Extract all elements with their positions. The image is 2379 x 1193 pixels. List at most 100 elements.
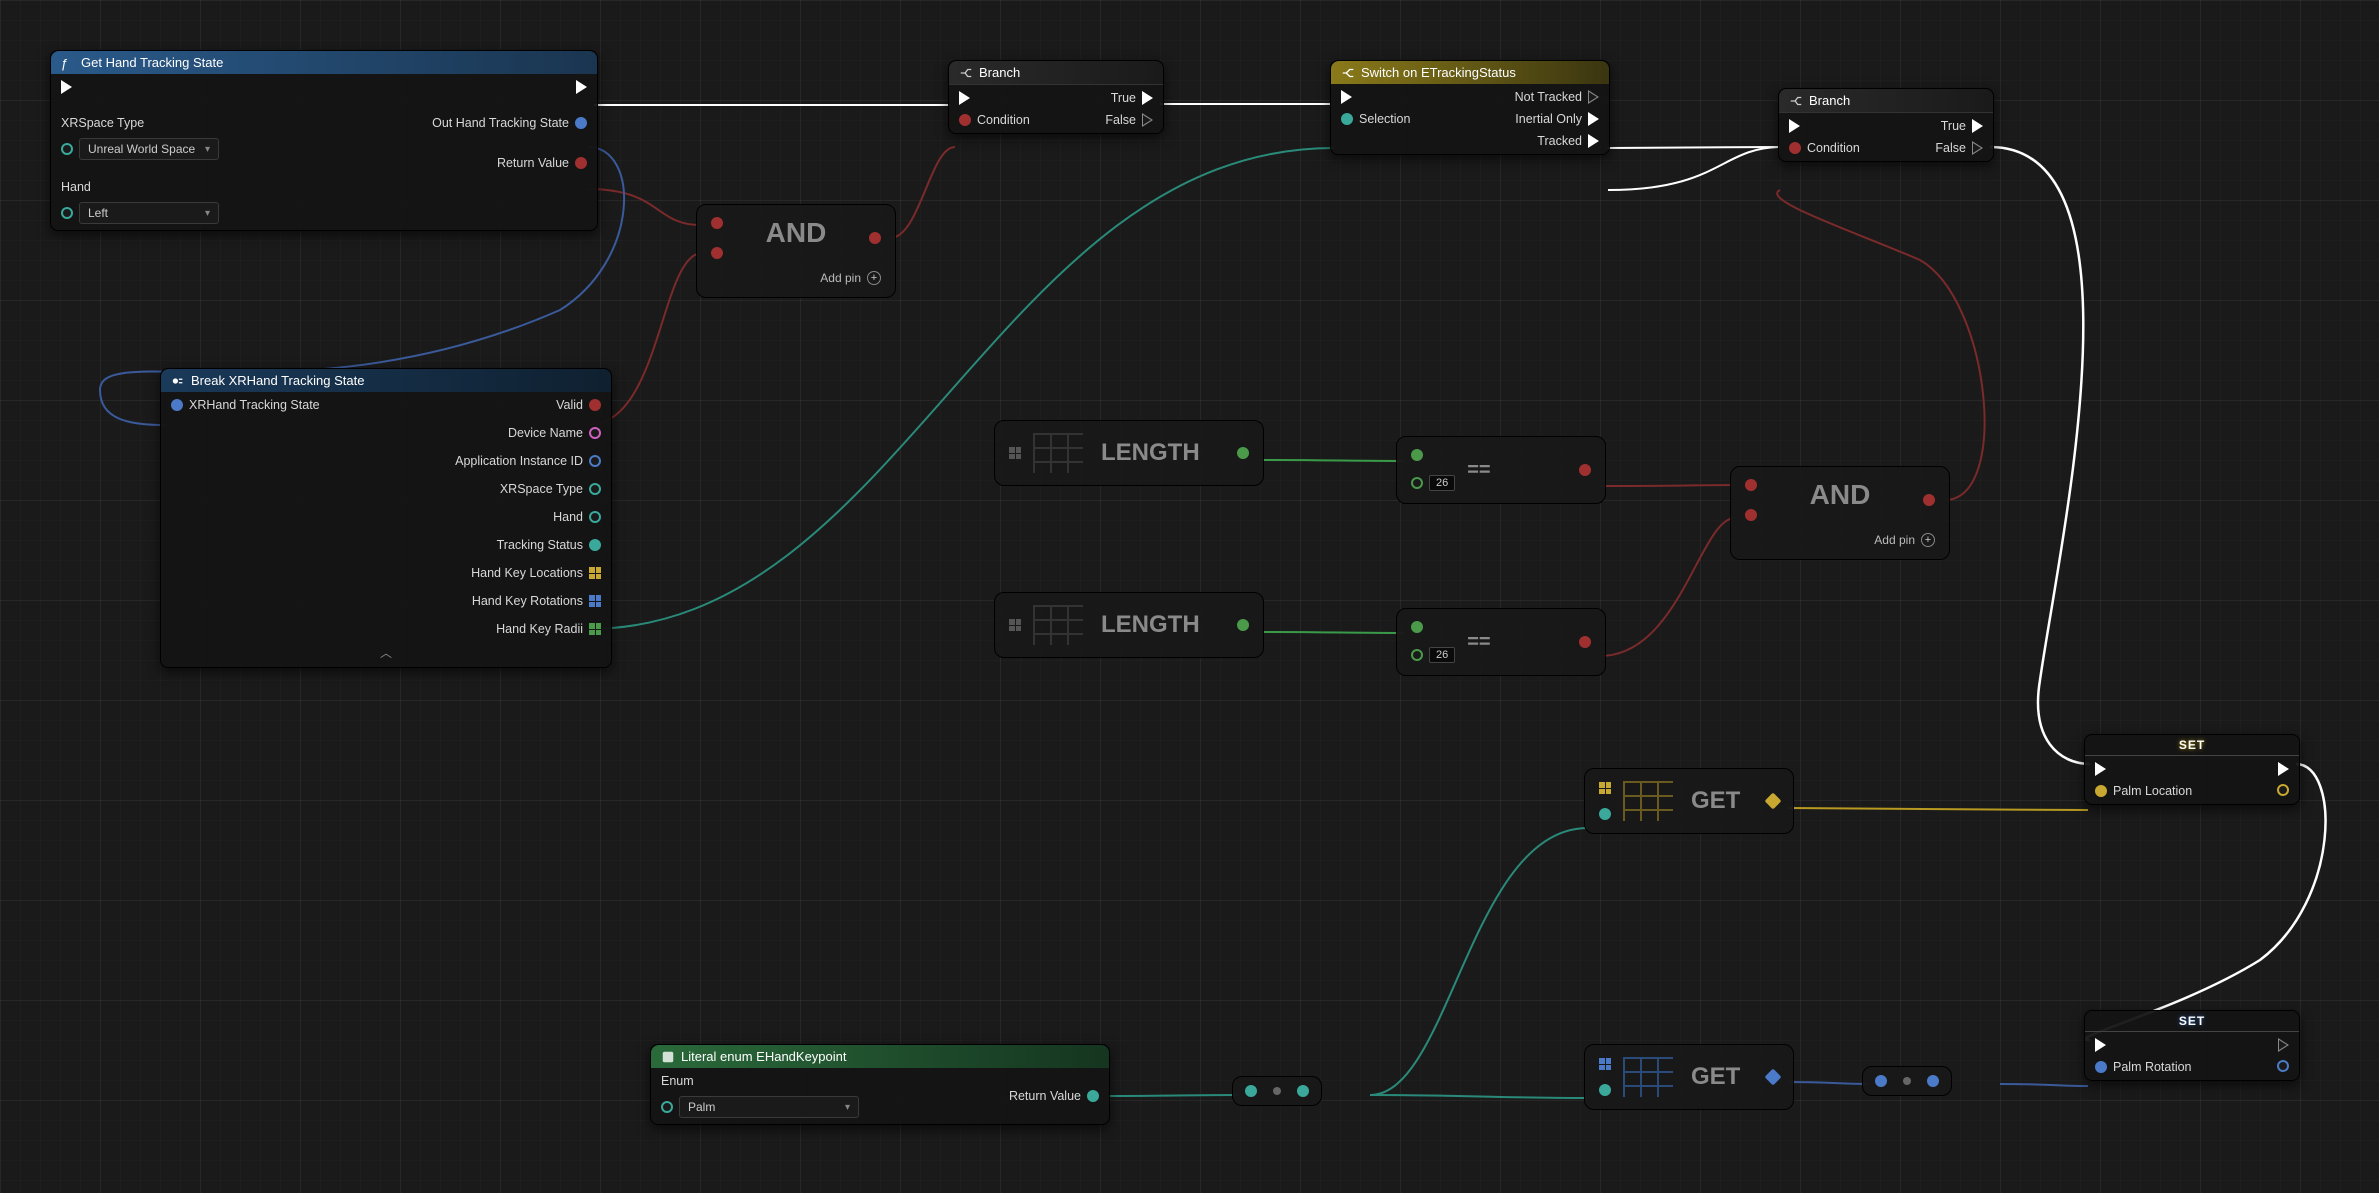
node-literal-enum[interactable]: Literal enum EHandKeypoint Enum Palm ▾ R… — [650, 1044, 1110, 1125]
and-input-a[interactable] — [1745, 479, 1757, 491]
hand-pin[interactable]: Hand — [553, 510, 601, 524]
exec-in-pin[interactable] — [1341, 90, 1410, 104]
hand-key-loc-pin[interactable]: Hand Key Locations — [471, 566, 601, 580]
array-in-pin[interactable] — [1009, 619, 1021, 631]
int-out-pin[interactable] — [1237, 619, 1249, 631]
conv-out[interactable] — [1927, 1075, 1939, 1087]
condition-pin[interactable]: Condition — [1789, 141, 1860, 155]
inertial-pin[interactable]: Inertial Only — [1515, 112, 1599, 126]
selection-pin[interactable]: Selection — [1341, 112, 1410, 126]
exec-in-pin[interactable] — [959, 91, 1030, 105]
node-set-palm-rotation[interactable]: SET Palm Rotation — [2084, 1010, 2300, 1081]
array-in-pin[interactable] — [1009, 447, 1021, 459]
node-array-get-2[interactable]: GET — [1584, 1044, 1794, 1110]
eq-b-value[interactable]: 26 — [1429, 475, 1455, 491]
node-branch-1[interactable]: Branch Condition True False — [948, 60, 1164, 134]
node-length-1[interactable]: LENGTH — [994, 420, 1264, 486]
node-switch-tracking-status[interactable]: Switch on ETrackingStatus Selection Not … — [1330, 60, 1610, 155]
node-and-1[interactable]: AND Add pin + — [696, 204, 896, 298]
array-in-pin[interactable] — [1599, 782, 1611, 794]
not-tracked-pin[interactable]: Not Tracked — [1515, 90, 1599, 104]
eq-b-value[interactable]: 26 — [1429, 647, 1455, 663]
input-state-pin[interactable]: XRHand Tracking State — [171, 398, 320, 412]
enum-pin[interactable] — [661, 1101, 673, 1113]
xrspace-dropdown[interactable]: Unreal World Space ▾ — [79, 138, 219, 160]
node-header: Branch — [1779, 89, 1993, 113]
int-out-pin[interactable] — [1237, 447, 1249, 459]
eq-out-pin[interactable] — [1579, 464, 1591, 476]
expand-toggle[interactable]: ︿ — [161, 642, 611, 667]
xrspace-pin[interactable] — [61, 143, 73, 155]
value-out-pin[interactable] — [2277, 1060, 2289, 1072]
and-op-label: AND — [1810, 479, 1871, 521]
struct-out-pin[interactable] — [1765, 793, 1782, 810]
and-input-b[interactable] — [1745, 509, 1757, 521]
node-get-hand-tracking-state[interactable]: ƒ Get Hand Tracking State XRSpace Type U… — [50, 50, 598, 231]
exec-out-pin[interactable] — [2278, 1038, 2289, 1052]
palm-rotation-label: Palm Rotation — [2113, 1060, 2192, 1074]
array-in-pin[interactable] — [1599, 1058, 1611, 1070]
valid-pin[interactable]: Valid — [556, 398, 601, 412]
input-state-label: XRHand Tracking State — [189, 398, 320, 412]
return-value-pin[interactable]: Return Value — [1009, 1089, 1099, 1103]
node-equals-2[interactable]: 26 == — [1396, 608, 1606, 676]
exec-out-pin[interactable] — [2278, 762, 2289, 776]
node-and-2[interactable]: AND Add pin + — [1730, 466, 1950, 560]
condition-pin[interactable]: Condition — [959, 113, 1030, 127]
conv-in[interactable] — [1245, 1085, 1257, 1097]
node-convert-byte[interactable] — [1232, 1076, 1322, 1106]
hand-pin[interactable] — [61, 207, 73, 219]
and-input-a[interactable] — [711, 217, 723, 229]
app-id-pin[interactable]: Application Instance ID — [455, 454, 601, 468]
xrspace-pin[interactable]: XRSpace Type — [500, 482, 601, 496]
eq-a-pin[interactable] — [1411, 449, 1423, 461]
palm-rotation-pin[interactable]: Palm Rotation — [2095, 1060, 2192, 1074]
tracked-pin[interactable]: Tracked — [1537, 134, 1599, 148]
hkl-label: Hand Key Locations — [471, 566, 583, 580]
eq-b-pin[interactable] — [1411, 477, 1423, 489]
node-array-get-1[interactable]: GET — [1584, 768, 1794, 834]
and-output[interactable] — [869, 232, 881, 244]
tracking-status-pin[interactable]: Tracking Status — [497, 538, 601, 552]
struct-out-pin[interactable] — [1765, 1069, 1782, 1086]
hand-key-radii-pin[interactable]: Hand Key Radii — [496, 622, 601, 636]
node-equals-1[interactable]: 26 == — [1396, 436, 1606, 504]
device-name-pin[interactable]: Device Name — [508, 426, 601, 440]
and-op-label: AND — [766, 217, 827, 259]
false-label: False — [1935, 141, 1966, 155]
false-pin[interactable]: False — [1935, 141, 1983, 155]
eq-b-pin[interactable] — [1411, 649, 1423, 661]
conv-out[interactable] — [1297, 1085, 1309, 1097]
exec-in-pin[interactable] — [1789, 119, 1860, 133]
node-set-palm-location[interactable]: SET Palm Location — [2084, 734, 2300, 805]
value-out-pin[interactable] — [2277, 784, 2289, 796]
exec-in-pin[interactable] — [61, 80, 219, 94]
eq-a-pin[interactable] — [1411, 621, 1423, 633]
add-pin-button[interactable]: Add pin + — [1745, 533, 1935, 547]
exec-out-pin[interactable] — [576, 80, 587, 94]
chevron-down-icon: ▾ — [205, 144, 210, 155]
out-state-pin[interactable]: Out Hand Tracking State — [432, 116, 587, 130]
conv-in[interactable] — [1875, 1075, 1887, 1087]
exec-in-pin[interactable] — [2095, 762, 2192, 776]
and-output[interactable] — [1923, 494, 1935, 506]
false-pin[interactable]: False — [1105, 113, 1153, 127]
exec-in-pin[interactable] — [2095, 1038, 2192, 1052]
return-value-pin[interactable]: Return Value — [497, 156, 587, 170]
node-break-xrhand-tracking-state[interactable]: Break XRHand Tracking State XRHand Track… — [160, 368, 612, 668]
enum-dropdown[interactable]: Palm ▾ — [679, 1096, 859, 1118]
node-branch-2[interactable]: Branch Condition True False — [1778, 88, 1994, 162]
length-label: LENGTH — [1101, 439, 1200, 467]
true-pin[interactable]: True — [1941, 119, 1983, 133]
index-pin[interactable] — [1599, 808, 1611, 820]
node-length-2[interactable]: LENGTH — [994, 592, 1264, 658]
and-input-b[interactable] — [711, 247, 723, 259]
eq-out-pin[interactable] — [1579, 636, 1591, 648]
index-pin[interactable] — [1599, 1084, 1611, 1096]
node-convert-rotator[interactable] — [1862, 1066, 1952, 1096]
hand-dropdown[interactable]: Left ▾ — [79, 202, 219, 224]
palm-location-pin[interactable]: Palm Location — [2095, 784, 2192, 798]
true-pin[interactable]: True — [1111, 91, 1153, 105]
add-pin-button[interactable]: Add pin + — [711, 271, 881, 285]
hand-key-rot-pin[interactable]: Hand Key Rotations — [472, 594, 601, 608]
